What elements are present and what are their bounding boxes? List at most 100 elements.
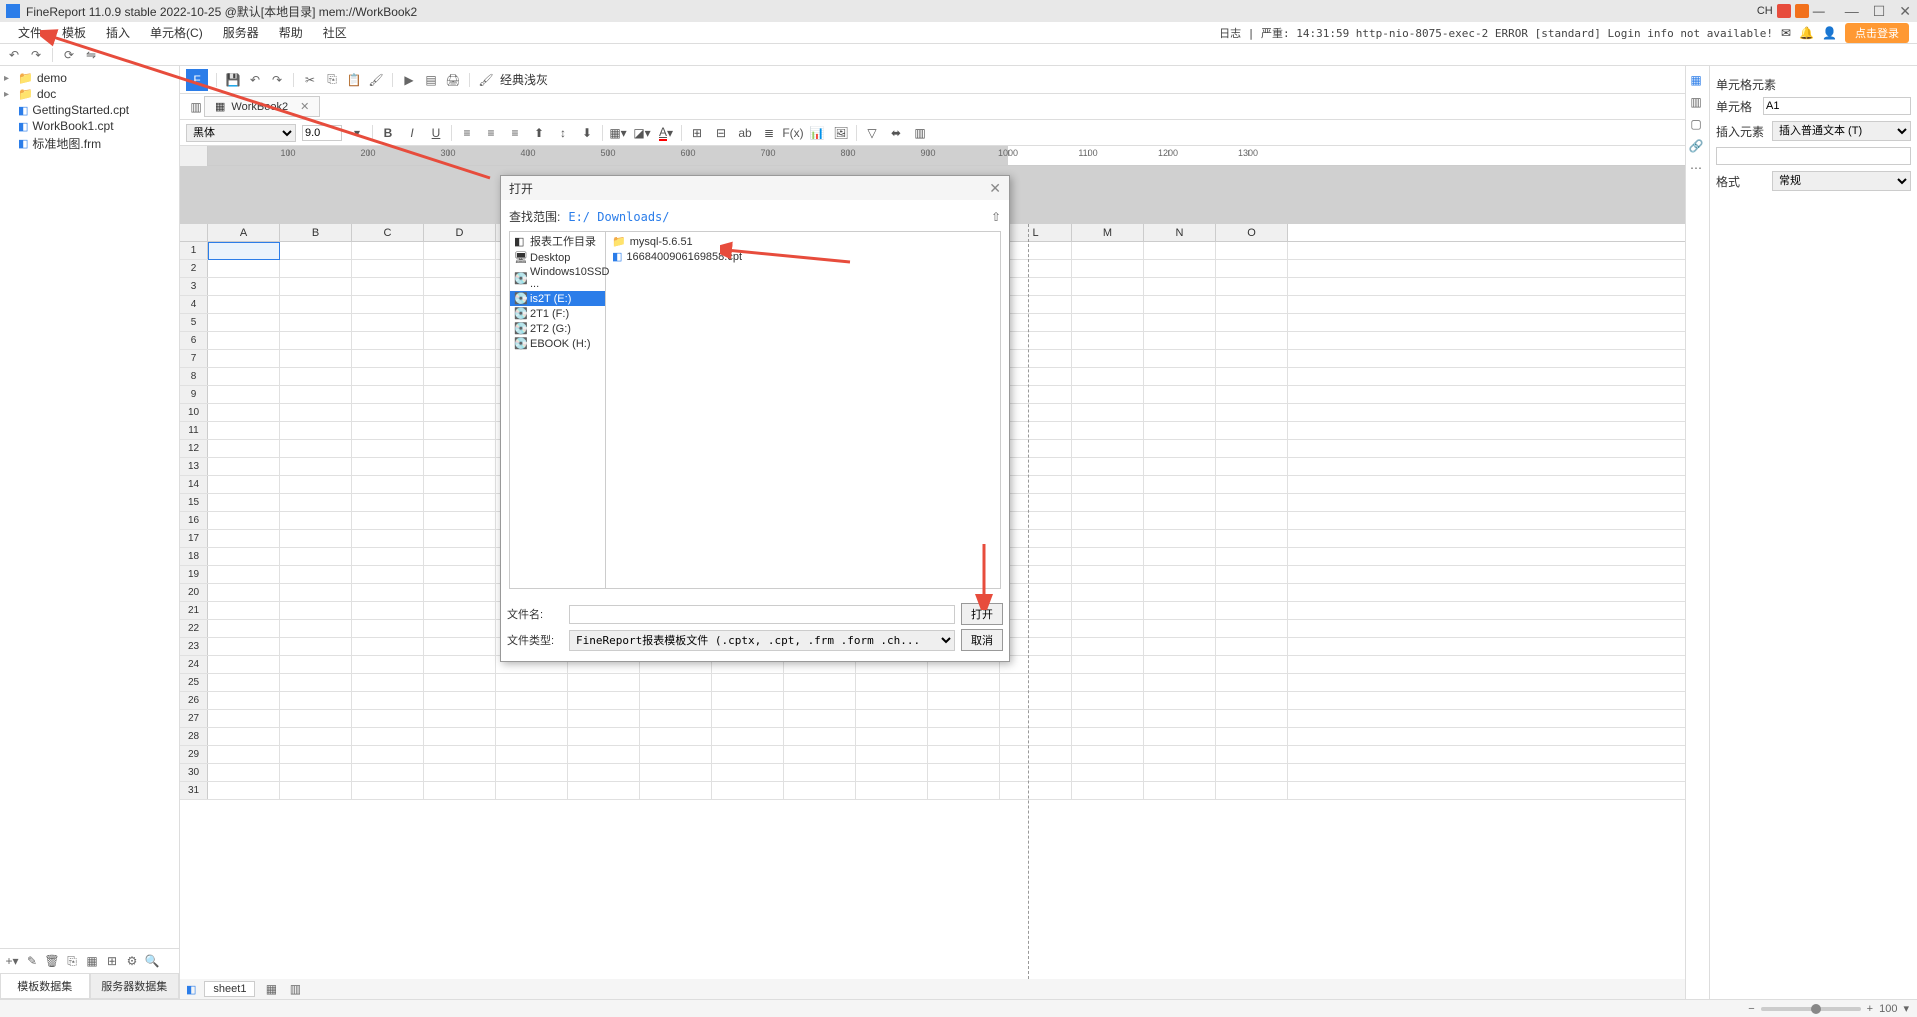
print-icon[interactable]: 🖨 — [445, 72, 461, 88]
cell[interactable] — [424, 404, 496, 422]
cell[interactable] — [1000, 602, 1072, 620]
cell[interactable] — [1000, 548, 1072, 566]
brush-icon[interactable]: 🖌 — [368, 72, 384, 88]
cell[interactable] — [1216, 692, 1288, 710]
font-size-input[interactable] — [302, 125, 342, 141]
cell[interactable] — [208, 710, 280, 728]
cell[interactable] — [1216, 584, 1288, 602]
cell[interactable] — [1072, 728, 1144, 746]
cell[interactable] — [1000, 368, 1072, 386]
cell[interactable] — [1000, 314, 1072, 332]
cell[interactable] — [280, 620, 352, 638]
cell[interactable] — [208, 566, 280, 584]
cell[interactable] — [208, 512, 280, 530]
dialog-close-icon[interactable]: ✕ — [989, 180, 1001, 197]
cell[interactable] — [496, 728, 568, 746]
cell[interactable] — [280, 494, 352, 512]
cell[interactable] — [352, 494, 424, 512]
tab-server-dataset[interactable]: 服务器数据集 — [90, 973, 180, 999]
cell[interactable] — [856, 674, 928, 692]
cell[interactable] — [1000, 764, 1072, 782]
cell[interactable] — [1000, 674, 1072, 692]
cell[interactable] — [1216, 602, 1288, 620]
cell[interactable] — [1216, 296, 1288, 314]
preview-icon[interactable]: ▶ — [401, 72, 417, 88]
move-icon[interactable]: ⊞ — [104, 953, 120, 969]
content-input[interactable] — [1716, 147, 1911, 165]
delete-icon[interactable]: 🗑 — [44, 953, 60, 969]
cell[interactable] — [424, 458, 496, 476]
cell[interactable] — [1072, 458, 1144, 476]
copy-icon[interactable]: ⎘ — [324, 72, 340, 88]
cell[interactable] — [1216, 260, 1288, 278]
cell[interactable] — [280, 440, 352, 458]
unmerge-icon[interactable]: ⊟ — [712, 124, 730, 142]
row-header[interactable]: 6 — [180, 332, 208, 349]
cell[interactable] — [280, 476, 352, 494]
cell[interactable] — [784, 728, 856, 746]
maximize-button[interactable]: ☐ — [1873, 3, 1886, 20]
cell[interactable] — [280, 512, 352, 530]
zoom-slider[interactable] — [1761, 1007, 1861, 1011]
cell[interactable] — [1000, 260, 1072, 278]
cell[interactable] — [208, 404, 280, 422]
cell[interactable] — [424, 314, 496, 332]
cell[interactable] — [1144, 332, 1216, 350]
cell[interactable] — [928, 674, 1000, 692]
cell[interactable] — [1216, 458, 1288, 476]
menu-cell[interactable]: 单元格(C) — [140, 24, 213, 41]
menu-file[interactable]: 文件 — [8, 24, 52, 41]
search-icon[interactable]: 🔍 — [144, 953, 160, 969]
more-panel-icon[interactable]: ⋯ — [1688, 160, 1704, 176]
cell[interactable] — [1072, 296, 1144, 314]
row-header[interactable]: 20 — [180, 584, 208, 601]
cell[interactable] — [424, 476, 496, 494]
cell[interactable] — [856, 746, 928, 764]
cell[interactable] — [1144, 458, 1216, 476]
cell[interactable] — [1000, 350, 1072, 368]
cell[interactable] — [1072, 602, 1144, 620]
ime-indicator[interactable]: CH — [1757, 5, 1773, 17]
row-header[interactable]: 17 — [180, 530, 208, 547]
widget-panel-icon[interactable]: ▥ — [1688, 94, 1704, 110]
bold-icon[interactable]: B — [379, 124, 397, 142]
cell[interactable] — [1000, 710, 1072, 728]
cell[interactable] — [1144, 782, 1216, 800]
cell[interactable] — [208, 314, 280, 332]
cell[interactable] — [784, 710, 856, 728]
cell[interactable] — [424, 620, 496, 638]
filetype-select[interactable]: FineReport报表模板文件 (.cptx, .cpt, .frm .for… — [569, 630, 955, 651]
cell[interactable] — [1216, 728, 1288, 746]
row-header[interactable]: 19 — [180, 566, 208, 583]
cut-icon[interactable]: ✂ — [302, 72, 318, 88]
cell[interactable] — [208, 692, 280, 710]
cell-panel-icon[interactable]: ▦ — [1688, 72, 1704, 88]
cell[interactable] — [352, 566, 424, 584]
cell[interactable] — [568, 746, 640, 764]
cell[interactable] — [208, 476, 280, 494]
cell[interactable] — [280, 782, 352, 800]
cell[interactable] — [208, 350, 280, 368]
cell[interactable] — [280, 296, 352, 314]
cell[interactable] — [1216, 620, 1288, 638]
cell[interactable] — [1144, 674, 1216, 692]
cell[interactable] — [280, 278, 352, 296]
cell[interactable] — [208, 728, 280, 746]
row-header[interactable]: 23 — [180, 638, 208, 655]
cell[interactable] — [208, 620, 280, 638]
cell[interactable] — [1216, 332, 1288, 350]
theme-icon[interactable]: 🖌 — [478, 72, 494, 88]
cell[interactable] — [1216, 440, 1288, 458]
tree-folder[interactable]: ▸📁doc — [4, 86, 175, 102]
cell[interactable] — [280, 728, 352, 746]
cell[interactable] — [280, 242, 352, 260]
cell[interactable] — [424, 440, 496, 458]
cell[interactable] — [1000, 530, 1072, 548]
cell[interactable] — [1072, 584, 1144, 602]
cell[interactable] — [208, 386, 280, 404]
cell[interactable] — [1144, 566, 1216, 584]
row-header[interactable]: 13 — [180, 458, 208, 475]
cell[interactable] — [712, 728, 784, 746]
cell[interactable] — [208, 242, 280, 260]
row-header[interactable]: 1 — [180, 242, 208, 259]
